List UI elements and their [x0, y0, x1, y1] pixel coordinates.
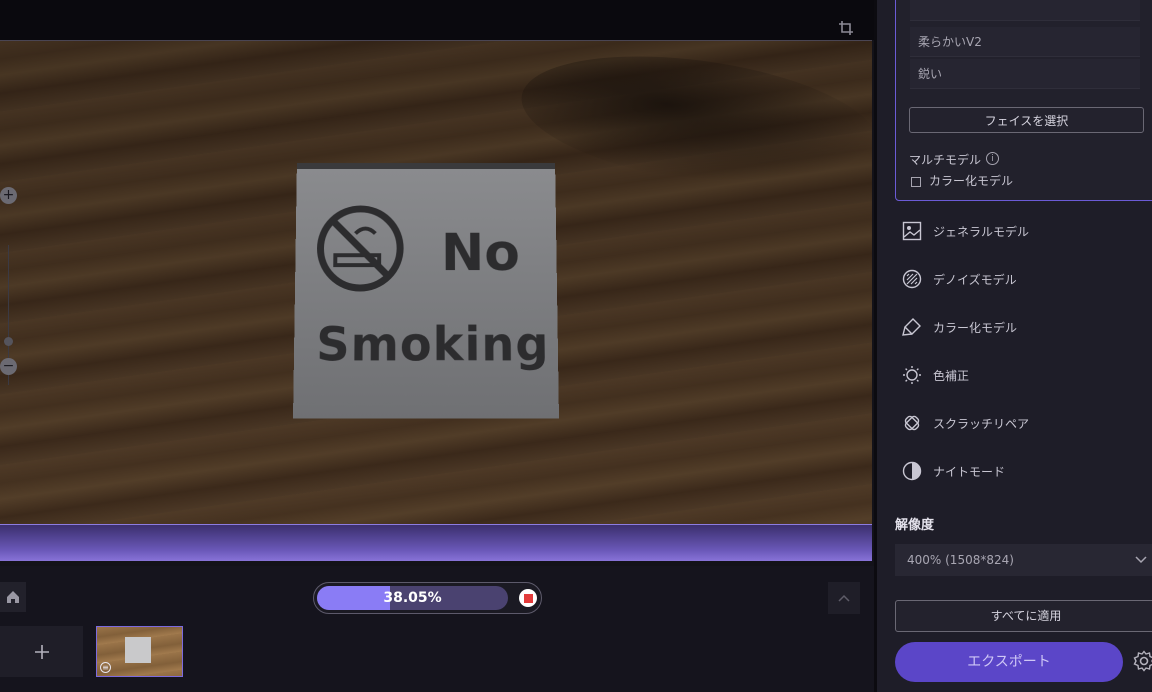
image-icon	[901, 220, 923, 242]
plus-icon	[34, 644, 49, 659]
model-colorize[interactable]: カラー化モデル	[901, 312, 1141, 342]
thumbnail-strip: ≡	[0, 626, 874, 692]
sign-text-no: No	[440, 223, 521, 284]
zoom-slider-handle[interactable]	[4, 337, 13, 346]
collapse-button[interactable]	[828, 582, 860, 614]
home-icon	[7, 591, 19, 603]
face-option-sharp[interactable]: 鋭い	[910, 59, 1140, 89]
resolution-label: 解像度	[895, 518, 935, 533]
preview-bottom-strip	[0, 524, 872, 561]
colorize-checkbox[interactable]	[911, 177, 921, 187]
colorize-checkbox-label[interactable]: カラー化モデル	[929, 172, 1013, 189]
image-preview: No Smoking + −	[0, 40, 872, 525]
top-bar	[0, 0, 874, 40]
select-face-button[interactable]: フェイスを選択	[909, 107, 1144, 133]
face-option-hidden[interactable]	[910, 0, 1140, 21]
model-denoise[interactable]: デノイズモデル	[901, 264, 1141, 294]
export-button[interactable]: エクスポート	[895, 642, 1123, 682]
resolution-value: 400% (1508*824)	[907, 553, 1014, 567]
model-label: デノイズモデル	[933, 272, 1017, 287]
stop-icon	[523, 593, 533, 603]
chevron-up-icon	[838, 594, 850, 602]
chevron-down-icon	[1135, 544, 1147, 576]
info-icon[interactable]: i	[986, 152, 999, 165]
progress-track: 38.05%	[317, 586, 508, 610]
multi-model-label: マルチモデル	[909, 153, 982, 167]
model-scratch-repair[interactable]: スクラッチリペア	[901, 408, 1141, 438]
progress-percent: 38.05%	[383, 590, 442, 606]
brush-icon	[901, 316, 923, 338]
zoom-out-button[interactable]: −	[0, 358, 17, 375]
add-file-button[interactable]	[0, 626, 83, 677]
no-smoking-sign: No Smoking	[293, 163, 559, 419]
face-model-card: 柔らかいV2 鋭い フェイスを選択 マルチモデル i カラー化モデル	[895, 0, 1152, 201]
gear-icon[interactable]	[1133, 650, 1152, 674]
bandage-icon	[901, 412, 923, 434]
face-option-soft-v2[interactable]: 柔らかいV2	[910, 27, 1140, 57]
zoom-in-button[interactable]: +	[0, 187, 17, 204]
resolution-select[interactable]: 400% (1508*824)	[895, 544, 1152, 576]
sign-text-smoking: Smoking	[315, 317, 550, 372]
apply-to-all-button[interactable]: すべてに適用	[895, 600, 1152, 632]
model-label: カラー化モデル	[933, 320, 1018, 335]
thumbnail-item[interactable]: ≡	[96, 626, 183, 677]
playback-controls: 38.05%	[0, 566, 874, 626]
model-label: ジェネラルモデル	[933, 224, 1030, 239]
half-circle-icon	[901, 460, 923, 482]
home-button[interactable]	[0, 582, 26, 612]
model-general[interactable]: ジェネラルモデル	[901, 216, 1141, 246]
progress-indicator: 38.05%	[313, 582, 542, 614]
model-label: ナイトモード	[933, 464, 1006, 479]
stop-button[interactable]	[519, 589, 537, 607]
model-night-mode[interactable]: ナイトモード	[901, 456, 1141, 486]
settings-panel: 柔らかいV2 鋭い フェイスを選択 マルチモデル i カラー化モデル ジェネラル…	[874, 0, 1152, 692]
editor-area: No Smoking + − 38.05% ≡	[0, 0, 874, 692]
thumbnail-image	[125, 637, 151, 663]
denoise-icon	[901, 268, 923, 290]
no-smoking-icon	[315, 204, 405, 293]
crop-icon[interactable]	[836, 18, 856, 38]
model-label: 色補正	[933, 368, 970, 383]
thumbnail-status-icon: ≡	[100, 662, 111, 673]
model-color-correction[interactable]: 色補正	[901, 360, 1141, 390]
model-label: スクラッチリペア	[933, 416, 1030, 431]
sun-icon	[901, 364, 923, 386]
